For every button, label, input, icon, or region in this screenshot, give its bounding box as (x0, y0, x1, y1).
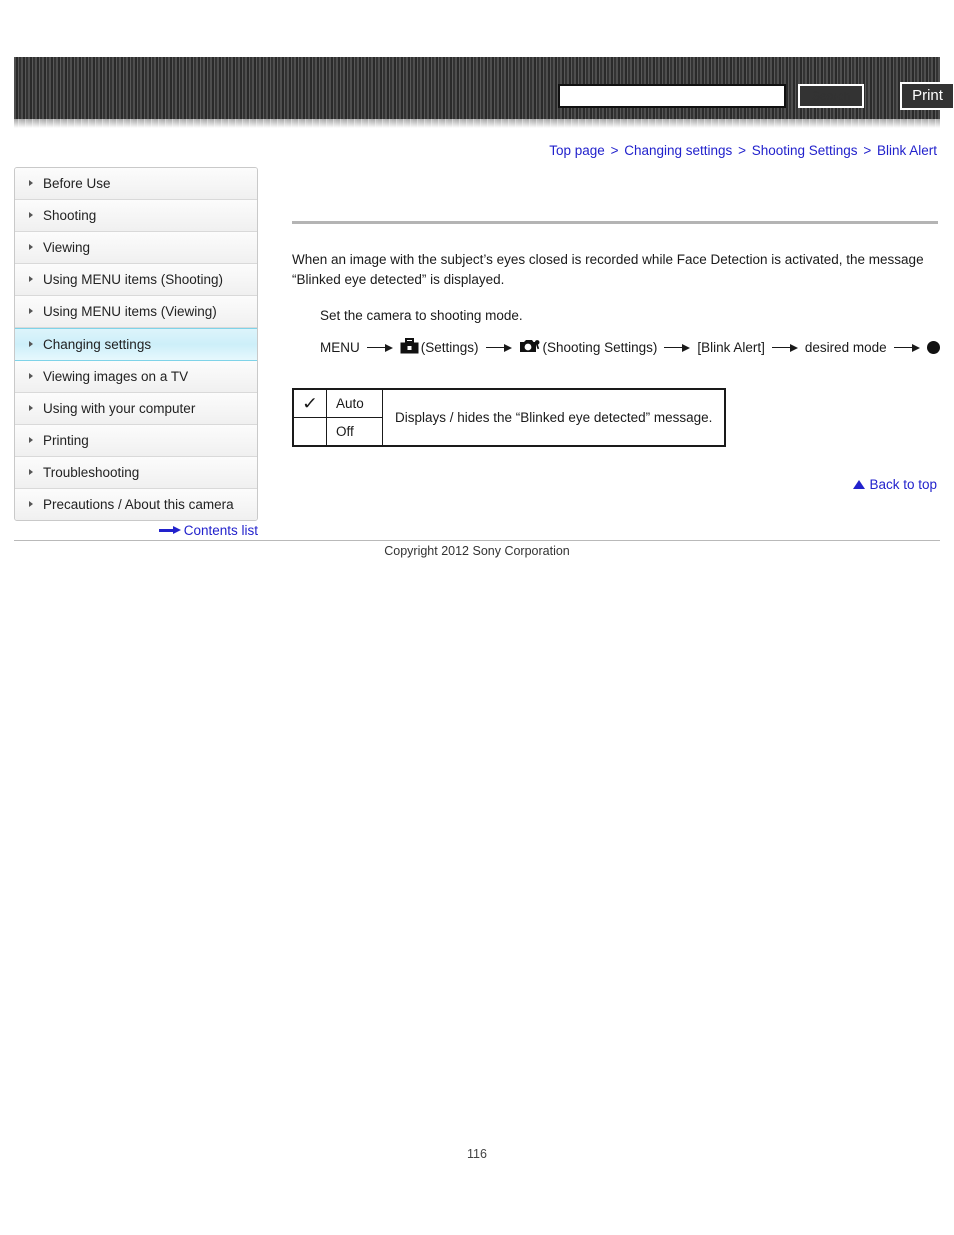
sidebar-item-viewing-images-on-a-tv[interactable]: Viewing images on a TV (15, 361, 257, 393)
triangle-bullet-icon (29, 437, 33, 444)
option-name-cell: Auto (326, 388, 383, 418)
page-number: 116 (467, 1147, 487, 1161)
sidebar-item-label: Viewing (43, 240, 91, 255)
table-row: ✓ Auto Displays / hides the “Blinked eye… (292, 388, 726, 447)
shooting-settings-label: (Shooting Settings) (542, 340, 658, 355)
triangle-bullet-icon (29, 373, 33, 380)
main-content: When an image with the subject’s eyes cl… (292, 167, 940, 447)
sidebar-nav: Before Use Shooting Viewing Using MENU i… (14, 167, 258, 521)
breadcrumb-separator: > (738, 143, 746, 158)
sidebar-item-printing[interactable]: Printing (15, 425, 257, 457)
contents-list-link[interactable]: Contents list (14, 523, 258, 538)
menu-path: MENU (Settings) (Shooting Settings) [Bli… (320, 337, 940, 358)
triangle-bullet-icon (29, 180, 33, 187)
triangle-bullet-icon (29, 469, 33, 476)
option-check-cell (292, 417, 327, 447)
triangle-bullet-icon (29, 308, 33, 315)
sidebar-item-label: Printing (43, 433, 89, 448)
triangle-bullet-icon (29, 276, 33, 283)
menu-path-item: [Blink Alert] (697, 340, 765, 355)
contents-list-label: Contents list (183, 523, 258, 538)
sidebar-item-label: Viewing images on a TV (43, 369, 189, 384)
breadcrumb-item-shooting-settings[interactable]: Shooting Settings (752, 143, 858, 158)
option-check-cell: ✓ (292, 388, 327, 418)
sidebar-item-label: Shooting (43, 208, 97, 223)
sidebar-item-label: Changing settings (43, 337, 152, 352)
breadcrumb-separator: > (610, 143, 619, 158)
breadcrumb-item-changing-settings[interactable]: Changing settings (624, 143, 732, 158)
step-instruction: Set the camera to shooting mode. (320, 308, 523, 323)
triangle-bullet-icon (29, 244, 33, 251)
option-description-cell: Displays / hides the “Blinked eye detect… (382, 388, 726, 447)
arrow-right-icon (771, 343, 798, 353)
breadcrumb-separator: > (863, 143, 872, 158)
page-title (292, 167, 938, 207)
sidebar-item-using-menu-items-viewing[interactable]: Using MENU items (Viewing) (15, 296, 257, 328)
arrow-right-icon (893, 343, 920, 353)
triangle-bullet-icon (29, 212, 33, 219)
sidebar-item-using-menu-items-shooting[interactable]: Using MENU items (Shooting) (15, 264, 257, 296)
arrow-right-icon (664, 343, 691, 353)
title-divider (292, 221, 938, 224)
sidebar-item-label: Using with your computer (43, 401, 196, 416)
footer-divider (14, 540, 940, 541)
triangle-bullet-icon (29, 341, 33, 348)
settings-label: (Settings) (420, 340, 479, 355)
body-paragraph: When an image with the subject’s eyes cl… (292, 252, 924, 287)
sidebar-item-label: Troubleshooting (43, 465, 140, 480)
sidebar-item-shooting[interactable]: Shooting (15, 200, 257, 232)
arrow-right-icon (485, 343, 512, 353)
center-button-dot-icon (926, 341, 940, 354)
arrow-right-icon (366, 343, 393, 353)
sidebar-item-before-use[interactable]: Before Use (15, 168, 257, 200)
search-input[interactable] (558, 84, 786, 108)
check-icon: ✓ (301, 394, 319, 413)
sidebar-item-precautions-about-this-camera[interactable]: Precautions / About this camera (15, 489, 257, 520)
breadcrumb-item-top-page[interactable]: Top page (549, 143, 605, 158)
sidebar-item-label: Before Use (43, 176, 111, 191)
settings-toolbox-icon (400, 337, 419, 358)
breadcrumb: Top page > Changing settings > Shooting … (549, 143, 937, 158)
shooting-settings-camera-icon (519, 337, 541, 358)
copyright-text: Copyright 2012 Sony Corporation (384, 544, 570, 558)
sidebar-item-using-with-your-computer[interactable]: Using with your computer (15, 393, 257, 425)
sidebar-item-troubleshooting[interactable]: Troubleshooting (15, 457, 257, 489)
options-table: ✓ Auto Displays / hides the “Blinked eye… (292, 388, 727, 447)
back-to-top-label: Back to top (869, 477, 937, 492)
breadcrumb-item-blink-alert[interactable]: Blink Alert (877, 143, 937, 158)
menu-path-desired-mode: desired mode (804, 340, 887, 355)
sidebar-item-label: Using MENU items (Shooting) (43, 272, 224, 287)
search-button[interactable]: Search (798, 84, 864, 108)
menu-path-start: MENU (320, 340, 360, 355)
triangle-up-icon (853, 479, 866, 489)
sidebar-item-changing-settings[interactable]: Changing settings (15, 328, 257, 361)
arrow-right-icon (158, 525, 181, 535)
print-button[interactable]: Print (900, 82, 954, 110)
option-name-cell: Off (326, 417, 383, 447)
triangle-bullet-icon (29, 405, 33, 412)
back-to-top-link[interactable]: Back to top (853, 477, 937, 492)
sidebar-item-label: Precautions / About this camera (43, 497, 234, 512)
sidebar-item-viewing[interactable]: Viewing (15, 232, 257, 264)
sidebar-item-label: Using MENU items (Viewing) (43, 304, 217, 319)
triangle-bullet-icon (29, 501, 33, 508)
